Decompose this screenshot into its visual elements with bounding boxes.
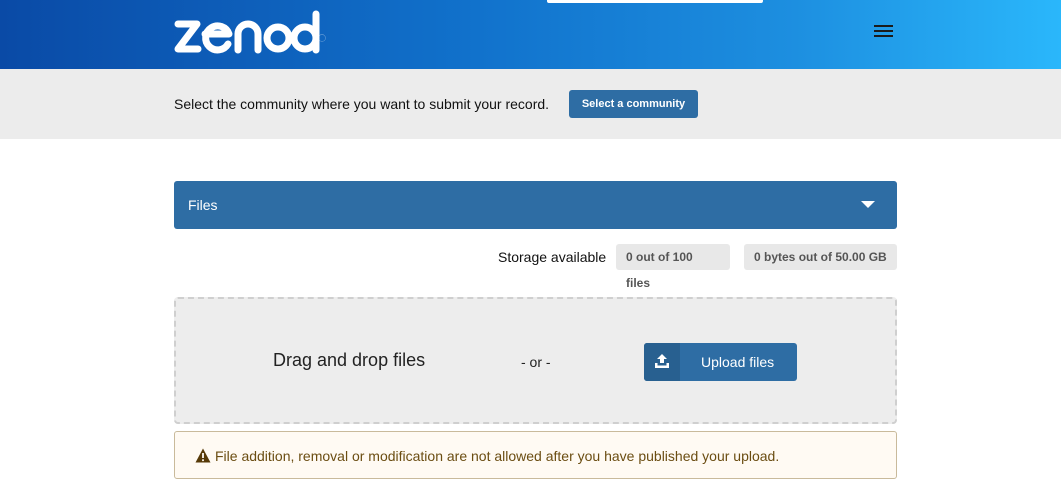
warning-text: File addition, removal or modification a… — [215, 448, 780, 464]
dropzone-text: Drag and drop files — [273, 350, 426, 370]
upload-icon — [644, 343, 680, 381]
publish-warning: File addition, removal or modification a… — [174, 431, 897, 479]
community-bar: Select the community where you want to s… — [0, 69, 1061, 139]
file-dropzone[interactable]: Drag and drop files - or - Upload files — [174, 297, 897, 424]
storage-label: Storage available — [498, 249, 607, 265]
storage-size-badge: 0 bytes out of 50.00 GB — [744, 244, 897, 270]
files-accordion-header[interactable]: Files — [174, 181, 897, 229]
zenodo-logo[interactable] — [172, 8, 336, 58]
caret-down-icon[interactable] — [861, 201, 875, 208]
select-community-button[interactable]: Select a community — [569, 90, 698, 118]
files-title: Files — [188, 197, 218, 213]
files-count-badge: 0 out of 100 files — [616, 244, 730, 290]
site-header — [0, 0, 1061, 69]
hamburger-icon[interactable] — [872, 22, 896, 42]
community-prompt: Select the community where you want to s… — [174, 96, 550, 112]
upload-button-label: Upload files — [701, 354, 775, 370]
dropzone-separator: - or - — [521, 354, 551, 370]
search-bar-edge[interactable] — [547, 0, 763, 3]
upload-files-button[interactable]: Upload files — [644, 343, 797, 381]
warning-icon — [195, 448, 211, 463]
